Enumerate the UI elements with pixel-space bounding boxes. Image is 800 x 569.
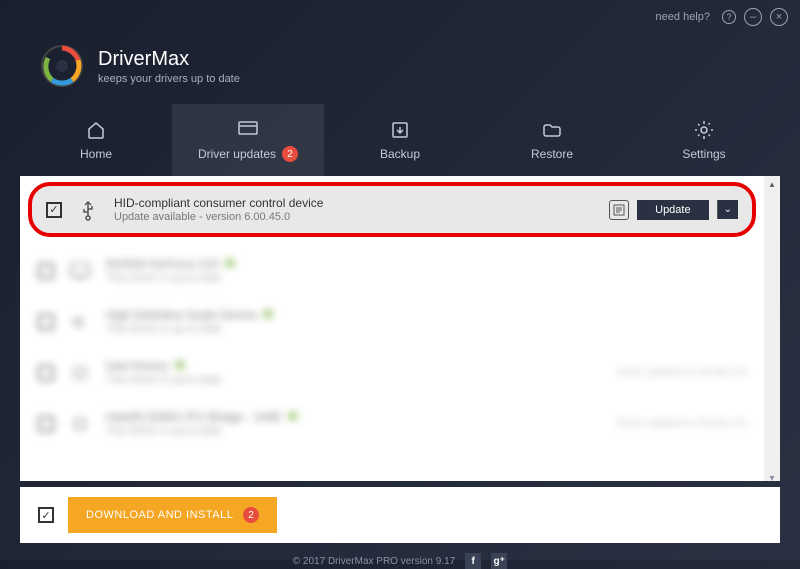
driver-list-panel: ✓ HID-compliant consumer control device … xyxy=(20,176,780,481)
main-nav: Home Driver updates 2 Backup Restore Sett… xyxy=(0,104,800,176)
nav-home-label: Home xyxy=(80,147,112,161)
device-status: This driver is up-to-date xyxy=(106,323,746,335)
close-button[interactable]: × xyxy=(770,8,788,26)
device-meta: Driver updated on 03-Nov-16 xyxy=(617,418,746,429)
backup-icon xyxy=(389,119,411,141)
device-status: This driver is up-to-date xyxy=(106,272,746,284)
update-dropdown[interactable]: ⌄ xyxy=(717,200,738,219)
status-dot-icon xyxy=(175,360,185,370)
nav-backup[interactable]: Backup xyxy=(324,104,476,176)
update-button[interactable]: Update xyxy=(637,200,708,220)
chip-icon xyxy=(68,412,92,436)
device-status: Update available - version 6.00.45.0 xyxy=(114,211,595,223)
device-name: Intel(R) 82801 PCI Bridge - 244E xyxy=(106,410,282,424)
nav-updates-label: Driver updates xyxy=(198,147,276,161)
nav-settings[interactable]: Settings xyxy=(628,104,780,176)
device-meta: Driver updated on 03-Nov-16 xyxy=(617,367,746,378)
nav-restore[interactable]: Restore xyxy=(476,104,628,176)
nav-driver-updates[interactable]: Driver updates 2 xyxy=(172,104,324,176)
footer-action-bar: ✓ DOWNLOAD AND INSTALL 2 xyxy=(20,487,780,543)
help-icon[interactable]: ? xyxy=(722,10,736,24)
nav-settings-label: Settings xyxy=(682,147,725,161)
status-dot-icon xyxy=(263,309,273,319)
updates-icon xyxy=(237,118,259,140)
driver-row[interactable]: NVIDIA GeForce 210 This driver is up-to-… xyxy=(20,245,764,296)
gear-icon xyxy=(693,119,715,141)
checkbox-icon[interactable] xyxy=(38,314,54,330)
status-dot-icon xyxy=(225,258,235,268)
device-name: HID-compliant consumer control device xyxy=(114,196,595,210)
scroll-up-icon[interactable]: ▴ xyxy=(764,176,780,192)
scrollbar[interactable]: ▴ ▾ xyxy=(764,176,780,481)
nav-home[interactable]: Home xyxy=(20,104,172,176)
release-notes-icon[interactable] xyxy=(609,200,629,220)
chip-icon xyxy=(68,361,92,385)
device-name: Intel Device xyxy=(106,359,169,373)
brand-header: DriverMax keeps your drivers up to date xyxy=(0,34,800,104)
titlebar: need help? ? – × xyxy=(0,0,800,34)
scroll-down-icon[interactable]: ▾ xyxy=(764,465,780,481)
download-btn-label: DOWNLOAD AND INSTALL xyxy=(86,509,233,521)
home-icon xyxy=(85,119,107,141)
driver-row[interactable]: Intel(R) 82801 PCI Bridge - 244E This dr… xyxy=(20,398,764,449)
usb-icon xyxy=(76,198,100,222)
checkbox-icon[interactable]: ✓ xyxy=(46,202,62,218)
updates-badge: 2 xyxy=(282,146,298,162)
device-status: This driver is up-to-date xyxy=(106,374,603,386)
app-tagline: keeps your drivers up to date xyxy=(98,73,240,85)
driver-row-highlighted[interactable]: ✓ HID-compliant consumer control device … xyxy=(28,182,756,237)
app-title: DriverMax xyxy=(98,48,240,71)
help-link[interactable]: need help? xyxy=(656,11,710,23)
device-status: This driver is up-to-date xyxy=(106,425,603,437)
select-all-checkbox[interactable]: ✓ xyxy=(38,507,54,523)
nav-restore-label: Restore xyxy=(531,147,573,161)
checkbox-icon[interactable] xyxy=(38,416,54,432)
monitor-icon xyxy=(68,259,92,283)
driver-row[interactable]: Intel Device This driver is up-to-date D… xyxy=(20,347,764,398)
minimize-button[interactable]: – xyxy=(744,8,762,26)
restore-icon xyxy=(541,119,563,141)
audio-icon xyxy=(68,310,92,334)
status-dot-icon xyxy=(288,411,298,421)
download-badge: 2 xyxy=(243,507,259,523)
download-install-button[interactable]: DOWNLOAD AND INSTALL 2 xyxy=(68,497,277,533)
google-plus-icon[interactable]: g⁺ xyxy=(491,553,507,569)
checkbox-icon[interactable] xyxy=(38,365,54,381)
app-logo-icon xyxy=(40,44,84,88)
device-name: High Definition Audio Device xyxy=(106,308,257,322)
driver-row[interactable]: High Definition Audio Device This driver… xyxy=(20,296,764,347)
device-name: NVIDIA GeForce 210 xyxy=(106,257,219,271)
nav-backup-label: Backup xyxy=(380,147,420,161)
checkbox-icon[interactable] xyxy=(38,263,54,279)
bottom-bar: © 2017 DriverMax PRO version 9.17 f g⁺ xyxy=(0,543,800,569)
copyright-text: © 2017 DriverMax PRO version 9.17 xyxy=(293,556,455,567)
facebook-icon[interactable]: f xyxy=(465,553,481,569)
